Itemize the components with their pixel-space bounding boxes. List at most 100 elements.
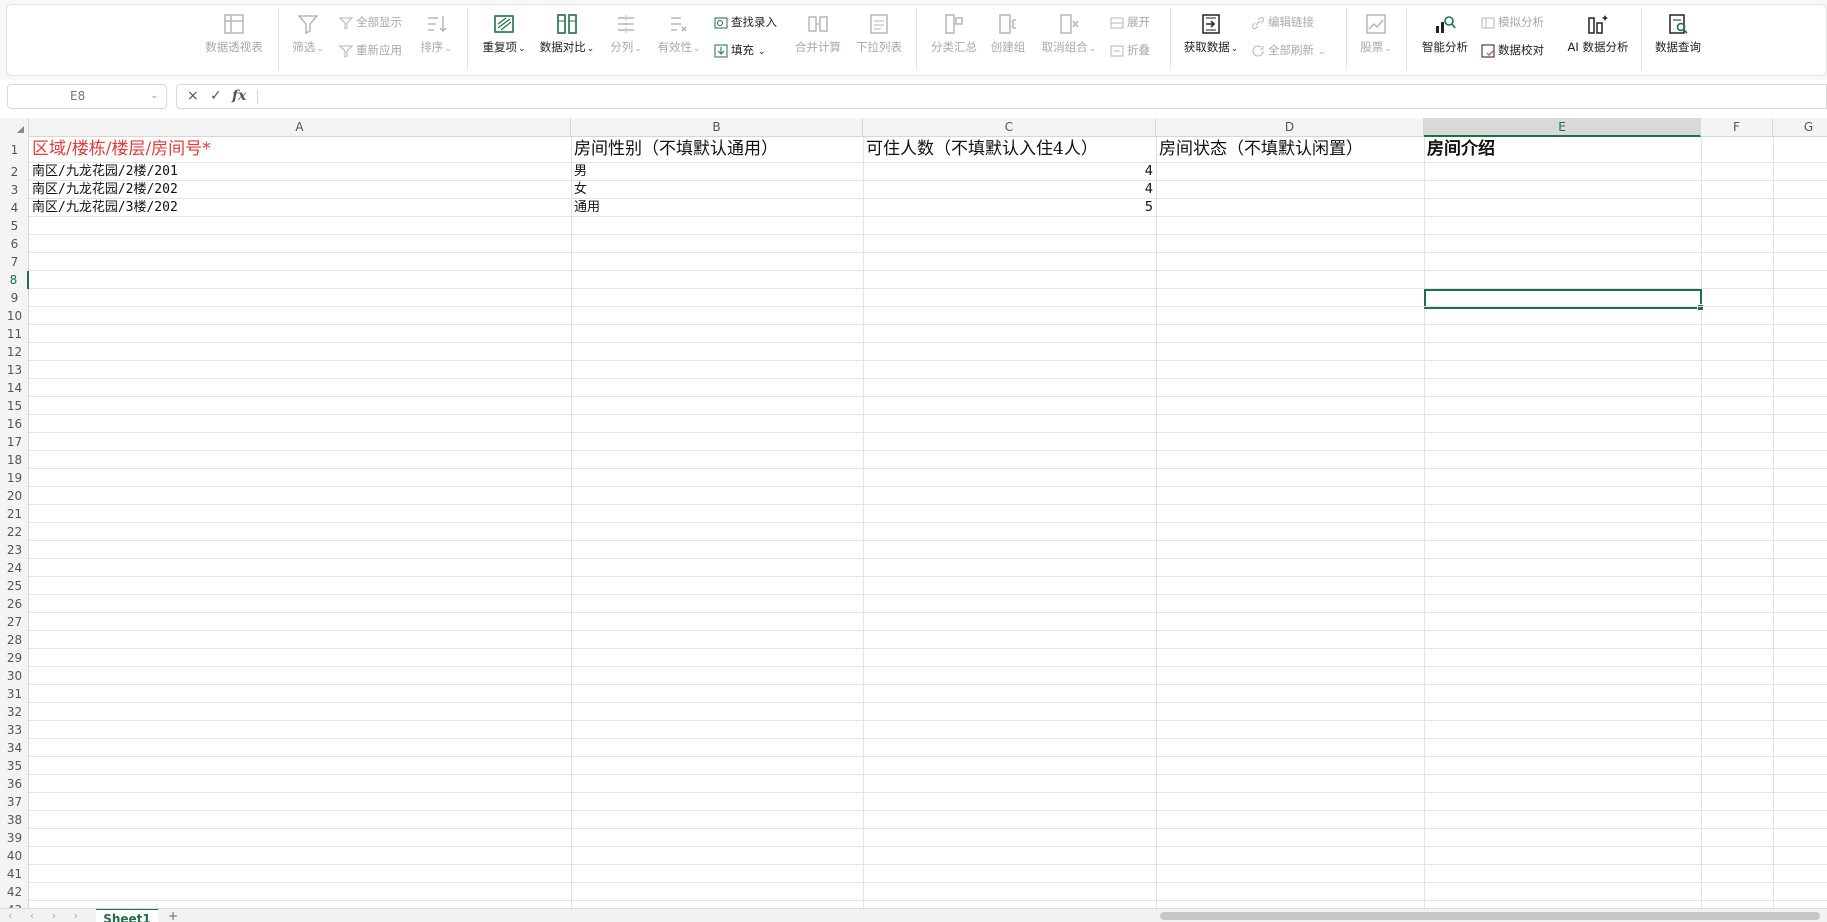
row-header-43[interactable]: 43 <box>0 901 29 908</box>
column-header-c[interactable]: C <box>863 118 1156 137</box>
cell-c4[interactable]: 5 <box>863 199 1156 217</box>
row-header-24[interactable]: 24 <box>0 559 29 577</box>
ai-data-analysis-button[interactable]: AI 数据分析 <box>1560 12 1636 54</box>
row-header-4[interactable]: 4 <box>0 199 29 217</box>
cell-c1[interactable]: 可住人数（不填默认入住4人） <box>863 138 1156 160</box>
row-header-27[interactable]: 27 <box>0 613 29 631</box>
row-header-2[interactable]: 2 <box>0 163 29 181</box>
row-header-33[interactable]: 33 <box>0 721 29 739</box>
cell-b4[interactable]: 通用 <box>571 199 863 217</box>
sheet-tab-sheet1[interactable]: Sheet1 <box>96 909 158 922</box>
row-header-39[interactable]: 39 <box>0 829 29 847</box>
row-header-25[interactable]: 25 <box>0 577 29 595</box>
row-header-3[interactable]: 3 <box>0 181 29 199</box>
get-data-button[interactable]: 获取数据⌄ <box>1173 12 1249 56</box>
horizontal-scrollbar[interactable] <box>1160 912 1820 920</box>
row-header-29[interactable]: 29 <box>0 649 29 667</box>
pivot-table-button[interactable]: 数据透视表 <box>199 12 269 54</box>
expand-button[interactable]: 展开 <box>1110 15 1150 33</box>
cell-a2[interactable]: 南区/九龙花园/2楼/201 <box>29 163 571 181</box>
row-header-9[interactable]: 9 <box>0 289 29 307</box>
row-header-26[interactable]: 26 <box>0 595 29 613</box>
fx-icon[interactable]: fx <box>232 88 246 104</box>
sheet-nav-arrows[interactable]: ‹ ‹ › › <box>8 909 85 922</box>
column-header-d[interactable]: D <box>1156 118 1424 137</box>
column-header-f[interactable]: F <box>1701 118 1773 137</box>
consolidate-button[interactable]: 合并计算 <box>783 12 853 54</box>
cell-b3[interactable]: 女 <box>571 181 863 199</box>
refresh-all-button[interactable]: 全部刷新 ⌄ <box>1251 43 1325 61</box>
select-all-corner[interactable] <box>0 118 29 137</box>
row-header-22[interactable]: 22 <box>0 523 29 541</box>
row-header-40[interactable]: 40 <box>0 847 29 865</box>
row-header-15[interactable]: 15 <box>0 397 29 415</box>
sort-button[interactable]: 排序⌄ <box>404 12 468 56</box>
dropdown-list-button[interactable]: 下拉列表 <box>844 12 914 54</box>
what-if-button[interactable]: 模拟分析 <box>1481 15 1544 33</box>
row-header-1[interactable]: 1 <box>0 137 29 163</box>
row-header-23[interactable]: 23 <box>0 541 29 559</box>
row-header-6[interactable]: 6 <box>0 235 29 253</box>
row-header-16[interactable]: 16 <box>0 415 29 433</box>
row-header-18[interactable]: 18 <box>0 451 29 469</box>
cell-e1[interactable]: 房间介绍 <box>1424 138 1701 160</box>
smart-analysis-button[interactable]: 智能分析 <box>1410 12 1480 54</box>
row-header-8[interactable]: 8 <box>0 271 29 289</box>
cell-c2[interactable]: 4 <box>863 163 1156 181</box>
edit-links-button[interactable]: 编辑链接 <box>1251 15 1314 33</box>
ungroup-button[interactable]: 取消组合⌄ <box>1031 12 1107 56</box>
row-header-32[interactable]: 32 <box>0 703 29 721</box>
row-header-17[interactable]: 17 <box>0 433 29 451</box>
cell-a1[interactable]: 区域/楼栋/楼层/房间号* <box>29 138 571 160</box>
add-sheet-button[interactable]: + <box>168 909 178 922</box>
row-header-34[interactable]: 34 <box>0 739 29 757</box>
fill-button[interactable]: 填充 ⌄ <box>714 43 765 61</box>
row-header-41[interactable]: 41 <box>0 865 29 883</box>
row-header-7[interactable]: 7 <box>0 253 29 271</box>
data-check-button[interactable]: 数据校对 <box>1481 43 1544 61</box>
reapply-button[interactable]: 重新应用 <box>339 43 402 61</box>
stocks-button[interactable]: 股票⌄ <box>1341 12 1411 56</box>
duplicates-button[interactable]: 重复项⌄ <box>469 12 539 56</box>
row-header-36[interactable]: 36 <box>0 775 29 793</box>
cell-d1[interactable]: 房间状态（不填默认闲置） <box>1156 138 1424 160</box>
data-check-icon <box>1481 44 1495 57</box>
column-header-a[interactable]: A <box>29 118 571 137</box>
confirm-icon[interactable]: ✓ <box>210 88 222 104</box>
cell-b2[interactable]: 男 <box>571 163 863 181</box>
row-header-20[interactable]: 20 <box>0 487 29 505</box>
column-header-g[interactable]: G <box>1773 118 1827 137</box>
row-header-30[interactable]: 30 <box>0 667 29 685</box>
row-header-31[interactable]: 31 <box>0 685 29 703</box>
cell-c3[interactable]: 4 <box>863 181 1156 199</box>
filter-button[interactable]: 筛选⌄ <box>273 12 343 56</box>
row-header-5[interactable]: 5 <box>0 217 29 235</box>
row-header-12[interactable]: 12 <box>0 343 29 361</box>
name-box[interactable]: E8 ⌄ <box>7 84 167 109</box>
column-header-e[interactable]: E <box>1424 118 1701 137</box>
row-header-19[interactable]: 19 <box>0 469 29 487</box>
row-header-35[interactable]: 35 <box>0 757 29 775</box>
collapse-button[interactable]: 折叠 <box>1110 43 1150 61</box>
data-query-button[interactable]: 数据查询 <box>1643 12 1713 54</box>
row-header-42[interactable]: 42 <box>0 883 29 901</box>
cell-a3[interactable]: 南区/九龙花园/2楼/202 <box>29 181 571 199</box>
cell-b1[interactable]: 房间性别（不填默认通用） <box>571 138 863 160</box>
row-header-14[interactable]: 14 <box>0 379 29 397</box>
row-header-11[interactable]: 11 <box>0 325 29 343</box>
cancel-icon[interactable]: × <box>187 88 199 104</box>
validity-button[interactable]: 有效性⌄ <box>641 12 717 56</box>
row-header-13[interactable]: 13 <box>0 361 29 379</box>
row-header-37[interactable]: 37 <box>0 793 29 811</box>
show-all-button[interactable]: 全部显示 <box>339 15 402 33</box>
formula-input[interactable] <box>263 87 1813 106</box>
row-header-10[interactable]: 10 <box>0 307 29 325</box>
cell-a4[interactable]: 南区/九龙花园/3楼/202 <box>29 199 571 217</box>
column-header-b[interactable]: B <box>571 118 863 137</box>
row-header-28[interactable]: 28 <box>0 631 29 649</box>
row-header-21[interactable]: 21 <box>0 505 29 523</box>
cell-area[interactable]: 区域/楼栋/楼层/房间号* 房间性别（不填默认通用） 可住人数（不填默认入住4人… <box>29 137 1827 908</box>
chevron-down-icon[interactable]: ⌄ <box>150 85 158 108</box>
row-header-38[interactable]: 38 <box>0 811 29 829</box>
find-entry-button[interactable]: 查找录入 <box>714 15 777 33</box>
